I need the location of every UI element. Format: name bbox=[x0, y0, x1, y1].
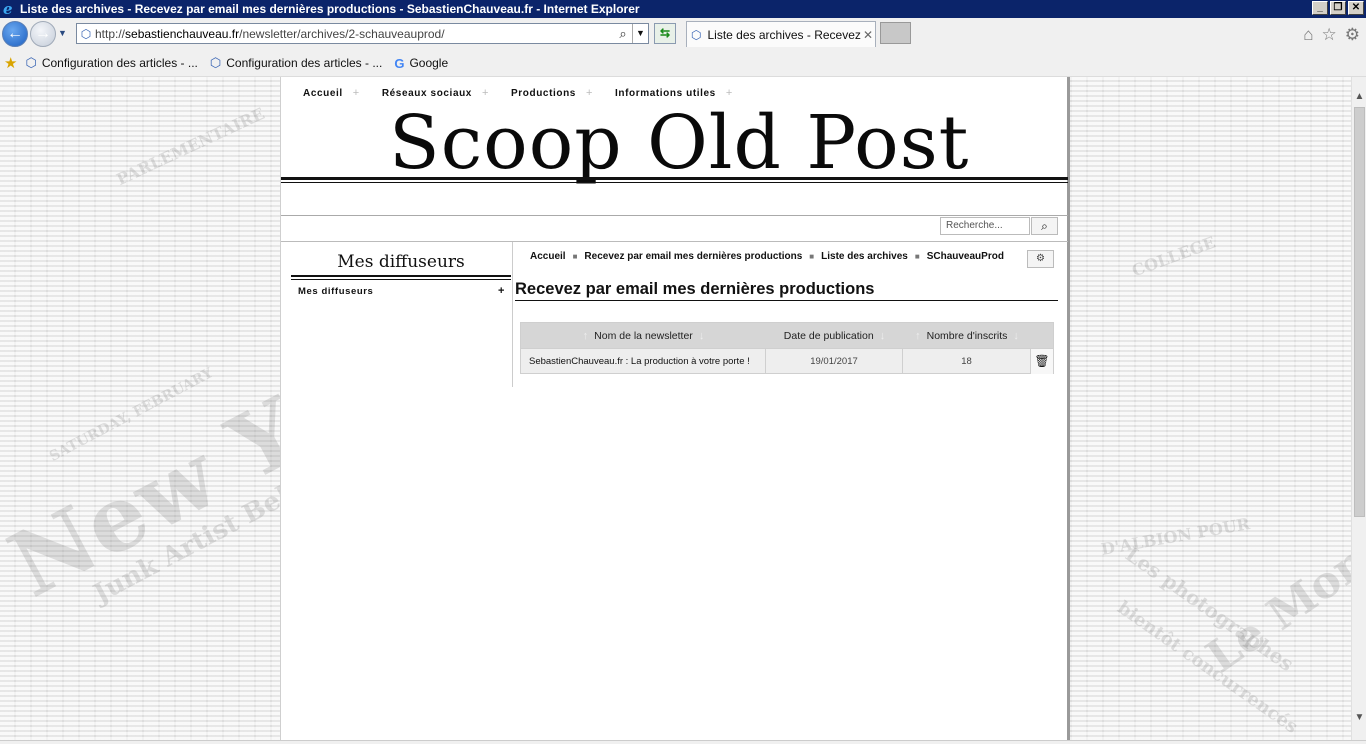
favorite-link-1[interactable]: ⬡ Configuration des articles - ... bbox=[25, 55, 197, 71]
window-controls: _ ❐ ✕ bbox=[1312, 1, 1364, 15]
sidebar-item-mes-diffuseurs[interactable]: Mes diffuseurs bbox=[298, 286, 373, 297]
breadcrumb-link[interactable]: Liste des archives bbox=[821, 251, 908, 262]
scrollbar-thumb[interactable] bbox=[1354, 107, 1365, 517]
url-prefix: http:// bbox=[95, 26, 126, 41]
scroll-down-icon[interactable]: ▼ bbox=[1354, 712, 1365, 726]
home-icon[interactable]: ⌂ bbox=[1303, 25, 1313, 45]
column-header-subscribers[interactable]: ↑ Nombre d'inscrits ↓ bbox=[903, 330, 1031, 342]
breadcrumb-link[interactable]: Accueil bbox=[530, 251, 566, 262]
site-page: Accueil + Réseaux sociaux + Productions + I… bbox=[280, 77, 1070, 740]
breadcrumb-separator-icon: ■ bbox=[572, 252, 578, 261]
gear-icon: ⚙ bbox=[1036, 253, 1045, 264]
close-icon[interactable]: ✕ bbox=[1348, 1, 1364, 15]
favorite-favicon-icon: ⬡ bbox=[25, 55, 37, 70]
vertical-scrollbar[interactable]: ▲ ▼ bbox=[1351, 77, 1366, 740]
masthead-rule bbox=[281, 177, 1068, 180]
breadcrumb-current: SChauveauProd bbox=[926, 251, 1004, 262]
favorites-star-icon[interactable]: ☆ bbox=[1322, 25, 1337, 45]
site-search-input[interactable]: Recherche... bbox=[940, 217, 1030, 235]
search-icon[interactable]: ⌕ bbox=[614, 26, 632, 42]
page-viewport: New York SATURDAY, FEBRUARY Junk Artist … bbox=[0, 77, 1351, 740]
address-bar[interactable]: ⬡ http://sebastienchauveau.fr/newsletter… bbox=[76, 23, 649, 44]
table-header: ↑ Nom de la newsletter ↓ Date de publica… bbox=[521, 323, 1053, 348]
address-url[interactable]: http://sebastienchauveau.fr/newsletter/a… bbox=[95, 27, 614, 41]
site-favicon-icon: ⬡ bbox=[80, 26, 92, 41]
background-newspaper-text: D'ALBION POUR bbox=[1099, 514, 1252, 559]
favorite-label: Configuration des articles - ... bbox=[226, 56, 383, 70]
column-label: Nombre d'inscrits bbox=[926, 329, 1008, 342]
expand-plus-icon[interactable]: + bbox=[498, 285, 504, 297]
tab-title: Liste des archives - Recevez ... bbox=[707, 27, 861, 42]
sort-down-icon[interactable]: ↓ bbox=[699, 330, 705, 342]
address-dropdown-icon[interactable]: ▼ bbox=[632, 24, 648, 43]
masthead-rule bbox=[281, 182, 1068, 183]
breadcrumb-separator-icon: ■ bbox=[809, 252, 815, 261]
column-header-name[interactable]: ↑ Nom de la newsletter ↓ bbox=[521, 330, 766, 342]
subscribers-cell: 18 bbox=[903, 348, 1031, 374]
background-newspaper-text: COLLEGE bbox=[1129, 232, 1218, 281]
background-newspaper-text: PARLEMENTAIRE bbox=[113, 103, 268, 190]
compatibility-view-icon[interactable]: ⇆ bbox=[654, 23, 676, 44]
browser-tool-icons: ⌂ ☆ ⚙ bbox=[1303, 25, 1360, 45]
breadcrumb-separator-icon: ■ bbox=[914, 252, 920, 261]
url-path: /newsletter/archives/2-schauveauprod/ bbox=[239, 26, 445, 41]
settings-gear-icon[interactable]: ⚙ bbox=[1345, 25, 1360, 45]
site-search-button[interactable]: ⌕ bbox=[1031, 217, 1058, 235]
search-icon: ⌕ bbox=[1041, 219, 1048, 233]
add-favorite-star-icon[interactable]: ★ bbox=[4, 54, 17, 72]
sidebar-rule bbox=[291, 275, 511, 277]
settings-button[interactable]: ⚙ bbox=[1027, 250, 1054, 268]
favorite-label: Configuration des articles - ... bbox=[41, 56, 198, 70]
window-title: Liste des archives - Recevez par email m… bbox=[20, 2, 640, 16]
column-header-date[interactable]: Date de publication ↓ bbox=[766, 330, 903, 342]
trash-icon: 🗑 bbox=[1034, 353, 1050, 368]
sort-down-icon[interactable]: ↓ bbox=[880, 330, 886, 342]
internet-explorer-icon: e bbox=[3, 0, 13, 18]
site-masthead[interactable]: Scoop Old Post bbox=[389, 97, 969, 189]
favorite-link-google[interactable]: G Google bbox=[394, 56, 448, 71]
favorite-link-2[interactable]: ⬡ Configuration des articles - ... bbox=[210, 55, 382, 71]
tab-favicon-icon: ⬡ bbox=[691, 27, 702, 42]
sidebar: Mes diffuseurs Mes diffuseurs + bbox=[281, 242, 513, 387]
scroll-up-icon[interactable]: ▲ bbox=[1354, 91, 1365, 105]
breadcrumb-link[interactable]: Recevez par email mes dernières producti… bbox=[584, 251, 802, 262]
restore-icon[interactable]: ❐ bbox=[1330, 1, 1346, 15]
forward-button[interactable]: → bbox=[30, 21, 56, 47]
browser-toolbar: ← → ▼ ⬡ http://sebastienchauveau.fr/news… bbox=[0, 18, 1366, 50]
browser-tab[interactable]: ⬡ Liste des archives - Recevez ... ✕ bbox=[686, 21, 876, 47]
nav-label: Accueil bbox=[303, 87, 343, 99]
sort-down-icon[interactable]: ↓ bbox=[1013, 330, 1019, 342]
delete-button[interactable]: 🗑 bbox=[1031, 348, 1053, 374]
column-label: Nom de la newsletter bbox=[594, 329, 693, 342]
table-row[interactable]: SebastienChauveau.fr : La production à v… bbox=[521, 348, 1053, 374]
nav-item-accueil[interactable]: Accueil + bbox=[303, 87, 360, 99]
sort-up-icon[interactable]: ↑ bbox=[915, 330, 921, 342]
minimize-icon[interactable]: _ bbox=[1312, 1, 1328, 15]
publication-date-cell: 19/01/2017 bbox=[766, 348, 903, 374]
window-title-bar: e Liste des archives - Recevez par email… bbox=[0, 0, 1366, 18]
url-domain: sebastienchauveau.fr bbox=[125, 26, 240, 41]
status-bar bbox=[0, 740, 1366, 744]
breadcrumb: Accueil ■ Recevez par email mes dernière… bbox=[530, 251, 1004, 262]
page-title: Recevez par email mes dernières producti… bbox=[515, 280, 1058, 301]
favorite-label: Google bbox=[409, 56, 449, 70]
archives-table: ↑ Nom de la newsletter ↓ Date de publica… bbox=[520, 322, 1054, 374]
history-dropdown-icon[interactable]: ▼ bbox=[58, 28, 67, 38]
column-label: Date de publication bbox=[783, 329, 874, 342]
sort-up-icon[interactable]: ↑ bbox=[583, 330, 589, 342]
newsletter-name-cell[interactable]: SebastienChauveau.fr : La production à v… bbox=[521, 348, 766, 374]
tab-close-icon[interactable]: ✕ bbox=[861, 28, 875, 42]
favorite-favicon-icon: ⬡ bbox=[209, 55, 222, 70]
sidebar-rule bbox=[291, 279, 511, 280]
favorites-bar: ★ ⬡ Configuration des articles - ... ⬡ C… bbox=[0, 50, 1366, 77]
google-icon: G bbox=[394, 55, 405, 71]
new-tab-button[interactable] bbox=[880, 22, 911, 44]
divider bbox=[281, 215, 1068, 216]
back-button[interactable]: ← bbox=[2, 21, 28, 47]
sidebar-title: Mes diffuseurs bbox=[337, 252, 465, 272]
plus-icon: + bbox=[352, 87, 360, 99]
